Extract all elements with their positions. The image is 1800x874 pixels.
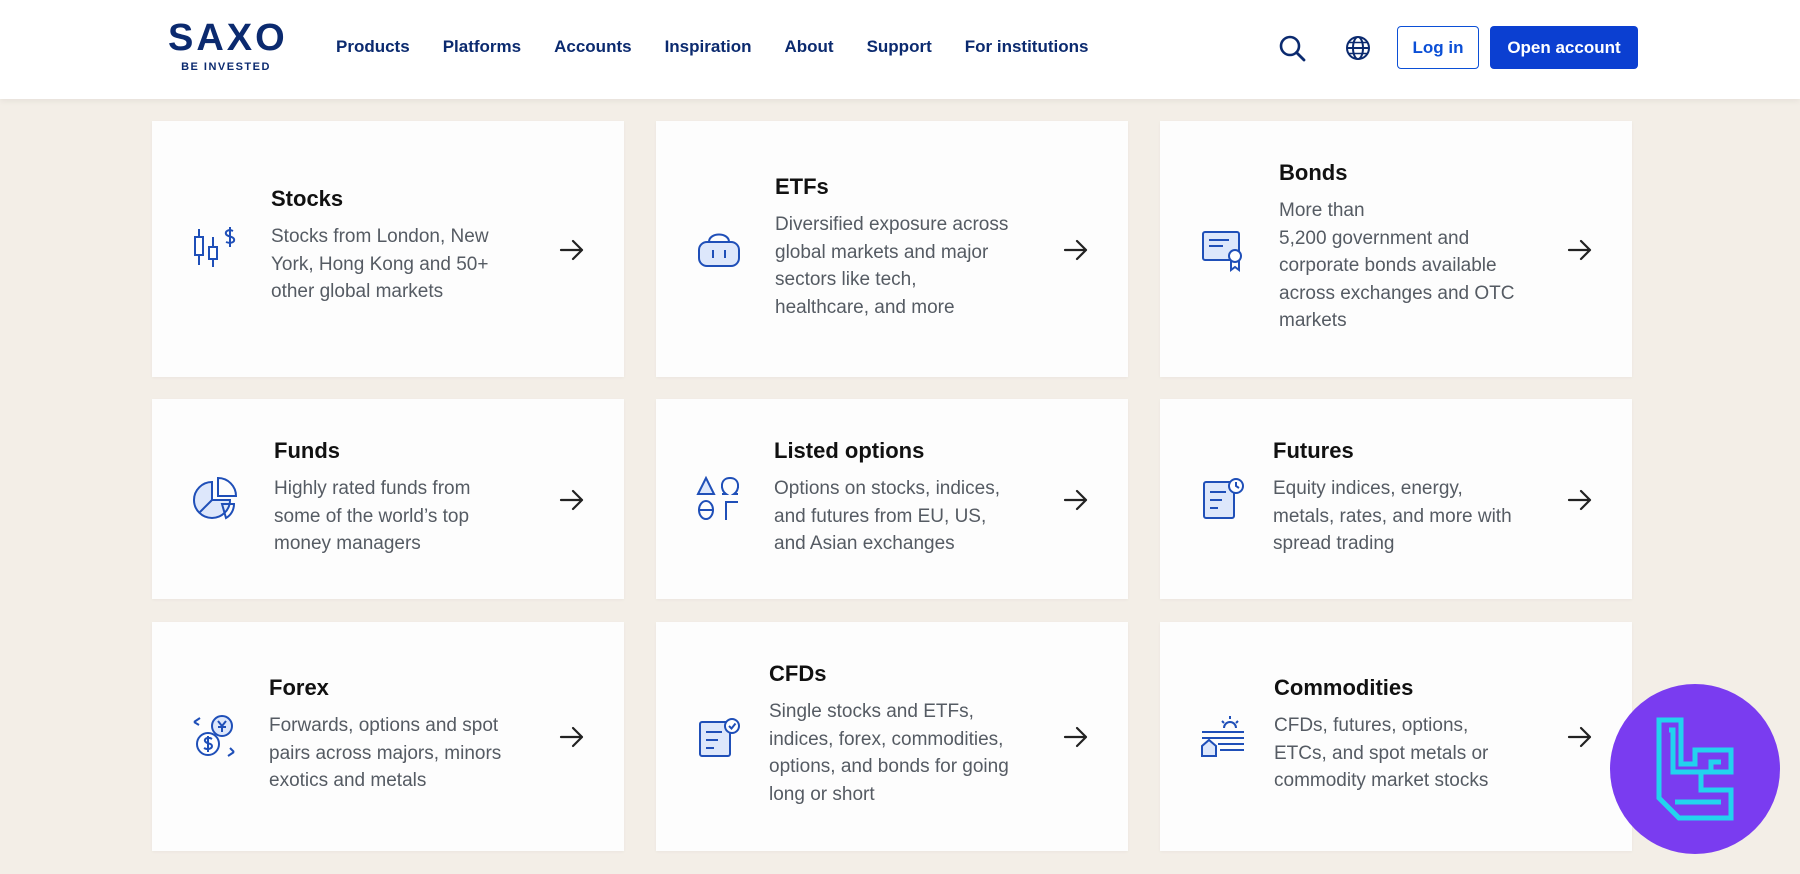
site-header: SAXO BE INVESTED Products Platforms Acco… xyxy=(0,0,1800,99)
open-account-button[interactable]: Open account xyxy=(1490,26,1638,69)
card-text: Futures Equity indices, energy, metals, r… xyxy=(1273,437,1563,558)
saxo-logo[interactable]: SAXO BE INVESTED xyxy=(168,17,288,74)
card-title: Commodities xyxy=(1274,675,1414,700)
card-description: Single stocks and ETFs, indices, forex, c… xyxy=(769,701,1009,805)
card-description: Options on stocks, indices, and futures f… xyxy=(774,478,1000,554)
login-button[interactable]: Log in xyxy=(1397,26,1479,69)
watermark-badge xyxy=(1610,684,1780,854)
search-icon[interactable] xyxy=(1276,32,1308,64)
nav-for-institutions[interactable]: For institutions xyxy=(965,36,1089,58)
card-forex[interactable]: Forex Forwards, options and spot pairs ac… xyxy=(152,622,624,851)
nav-inspiration[interactable]: Inspiration xyxy=(665,36,752,58)
card-description: Equity indices, energy, metals, rates, an… xyxy=(1273,478,1512,554)
basket-icon xyxy=(694,223,744,273)
card-title: Bonds xyxy=(1279,160,1348,185)
main-nav: Products Platforms Accounts Inspiration … xyxy=(336,36,1121,58)
arrow-right-icon[interactable] xyxy=(1566,236,1594,264)
arrow-right-icon[interactable] xyxy=(1062,486,1090,514)
logo-tagline: BE INVESTED xyxy=(181,61,271,73)
currency-exchange-icon xyxy=(190,712,240,762)
globe-icon[interactable] xyxy=(1342,32,1374,64)
arrow-right-icon[interactable] xyxy=(558,723,586,751)
card-title: Listed options xyxy=(774,438,925,463)
card-funds[interactable]: Funds Highly rated funds from some of the… xyxy=(152,399,624,599)
card-stocks[interactable]: Stocks Stocks from London, New York, Hong… xyxy=(152,121,624,377)
card-etfs[interactable]: ETFs Diversified exposure across global m… xyxy=(656,121,1128,377)
card-text: Funds Highly rated funds from some of the… xyxy=(274,437,554,558)
card-description: Highly rated funds from some of the world… xyxy=(274,478,471,554)
card-text: Forex Forwards, options and spot pairs ac… xyxy=(269,674,559,795)
nav-products[interactable]: Products xyxy=(336,36,410,58)
card-description: Stocks from London, New York, Hong Kong a… xyxy=(271,226,489,302)
document-clock-icon xyxy=(1198,474,1248,524)
card-title: Futures xyxy=(1273,438,1354,463)
candlestick-icon xyxy=(190,223,240,273)
card-description: Diversified exposure across global market… xyxy=(775,214,1009,318)
card-bonds[interactable]: Bonds More than 5,200 government and corpo… xyxy=(1160,121,1632,377)
card-text: ETFs Diversified exposure across global m… xyxy=(775,173,1065,321)
nav-platforms[interactable]: Platforms xyxy=(443,36,521,58)
card-cfds[interactable]: CFDs Single stocks and ETFs, indices, for… xyxy=(656,622,1128,851)
card-title: CFDs xyxy=(769,661,827,686)
card-title: Stocks xyxy=(271,186,344,211)
card-listed-options[interactable]: Listed options Options on stocks, indice… xyxy=(656,399,1128,599)
pie-chart-icon xyxy=(190,474,240,524)
card-description: Forwards, options and spot pairs across m… xyxy=(269,715,502,791)
card-title: ETFs xyxy=(775,174,829,199)
card-text: Bonds More than 5,200 government and corpo… xyxy=(1279,159,1569,335)
arrow-right-icon[interactable] xyxy=(558,236,586,264)
nav-accounts[interactable]: Accounts xyxy=(554,36,631,58)
arrow-right-icon[interactable] xyxy=(558,486,586,514)
card-description: More than 5,200 government and corporate b… xyxy=(1279,200,1515,331)
nav-about[interactable]: About xyxy=(784,36,833,58)
card-title: Funds xyxy=(274,438,340,463)
arrow-right-icon[interactable] xyxy=(1062,236,1090,264)
farm-sun-icon xyxy=(1198,712,1248,762)
arrow-right-icon[interactable] xyxy=(1566,723,1594,751)
document-check-icon xyxy=(694,712,744,762)
nav-support[interactable]: Support xyxy=(867,36,932,58)
card-title: Forex xyxy=(269,675,329,700)
card-text: Commodities CFDs, futures, options, ETCs,… xyxy=(1274,674,1564,795)
logo-wordmark: SAXO xyxy=(168,17,288,59)
arrow-right-icon[interactable] xyxy=(1566,486,1594,514)
certificate-icon xyxy=(1198,223,1248,273)
card-text: Listed options Options on stocks, indice… xyxy=(774,437,1064,558)
card-commodities[interactable]: Commodities CFDs, futures, options, ETCs,… xyxy=(1160,622,1632,851)
card-futures[interactable]: Futures Equity indices, energy, metals, r… xyxy=(1160,399,1632,599)
card-text: CFDs Single stocks and ETFs, indices, for… xyxy=(769,660,1069,808)
greek-symbols-icon xyxy=(694,474,744,524)
card-description: CFDs, futures, options, ETCs, and spot me… xyxy=(1274,715,1489,791)
arrow-right-icon[interactable] xyxy=(1062,723,1090,751)
card-text: Stocks Stocks from London, New York, Hong… xyxy=(271,185,551,306)
watermark-logo-icon xyxy=(1656,717,1734,821)
